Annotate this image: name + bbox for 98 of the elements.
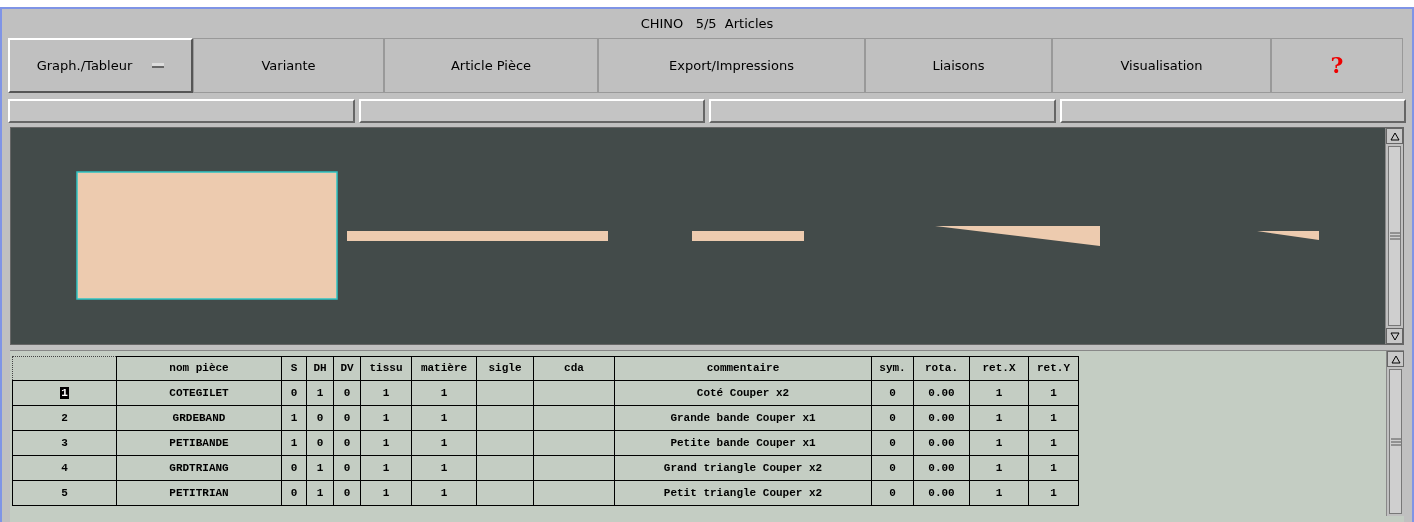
table-cell: 0.00 xyxy=(913,405,970,431)
row-number-text: 2 xyxy=(61,411,68,424)
table-cell: COTEGILET xyxy=(116,380,282,406)
table-cell: 0 xyxy=(871,405,914,431)
scroll-thumb[interactable] xyxy=(1389,369,1402,514)
row-number[interactable]: 5 xyxy=(12,480,117,506)
table-cell: GRDEBAND xyxy=(116,405,282,431)
toolbar-button[interactable]: Liaisons xyxy=(865,38,1052,93)
column-header[interactable]: DV xyxy=(333,356,361,381)
column-header[interactable]: sym. xyxy=(871,356,914,381)
table-cell: 1 xyxy=(411,430,477,456)
table-cell: Grand triangle Couper x2 xyxy=(614,455,872,481)
table-cell: 1 xyxy=(969,380,1029,406)
row-number[interactable]: 4 xyxy=(12,455,117,481)
table-cell: 0 xyxy=(306,405,334,431)
table-cell: 0 xyxy=(333,380,361,406)
toolbar-button[interactable]: Visualisation xyxy=(1052,38,1271,93)
toolbar-button[interactable]: Variante xyxy=(193,38,384,93)
table-cell: 1 xyxy=(360,380,412,406)
scroll-up-icon[interactable] xyxy=(1387,351,1404,367)
row-number-text: 5 xyxy=(61,486,68,499)
table-cell: 0.00 xyxy=(913,455,970,481)
table-cell: 1 xyxy=(969,480,1029,506)
table-cell: 0 xyxy=(333,480,361,506)
table-cell: 0 xyxy=(281,455,307,481)
table-cell: 1 xyxy=(360,480,412,506)
table-cell: 1 xyxy=(411,405,477,431)
table-cell: GRDTRIANG xyxy=(116,455,282,481)
scroll-up-icon[interactable] xyxy=(1386,128,1403,144)
table-cell xyxy=(476,380,534,406)
table-cell xyxy=(476,430,534,456)
scrollbar[interactable] xyxy=(1385,128,1403,344)
table-cell: 1 xyxy=(306,455,334,481)
column-header[interactable]: tissu xyxy=(360,356,412,381)
table-cell: 0 xyxy=(871,380,914,406)
row-number[interactable]: 1 xyxy=(12,380,117,406)
table-cell: 0 xyxy=(281,480,307,506)
column-header[interactable]: DH xyxy=(306,356,334,381)
row-number-text: 3 xyxy=(61,436,68,449)
scroll-thumb[interactable] xyxy=(1388,146,1401,326)
table-cell xyxy=(476,405,534,431)
option-menu[interactable]: Graph./Tableur xyxy=(8,38,193,93)
table-cell: 1 xyxy=(1028,480,1079,506)
column-header[interactable]: commentaire xyxy=(614,356,872,381)
row-number[interactable]: 2 xyxy=(12,405,117,431)
table-cell: 0 xyxy=(871,430,914,456)
window-title: CHINO 5/5 Articles xyxy=(640,14,774,33)
table-cell: 1 xyxy=(360,405,412,431)
table-cell: 0.00 xyxy=(913,380,970,406)
column-header[interactable]: ret.X xyxy=(969,356,1029,381)
column-header[interactable]: sigle xyxy=(476,356,534,381)
table-cell: 0 xyxy=(306,430,334,456)
table-cell: 1 xyxy=(360,455,412,481)
column-header[interactable]: cda xyxy=(533,356,615,381)
table-cell: 1 xyxy=(360,430,412,456)
table-cell: 1 xyxy=(1028,430,1079,456)
table-cell: 0 xyxy=(281,380,307,406)
table-cell: 0 xyxy=(871,455,914,481)
table-cell: Petite bande Couper x1 xyxy=(614,430,872,456)
table-cell: 0 xyxy=(333,455,361,481)
column-header[interactable]: matière xyxy=(411,356,477,381)
toolbar-button[interactable]: Article Pièce xyxy=(384,38,598,93)
row-number[interactable]: 3 xyxy=(12,430,117,456)
table-cell: PETITRIAN xyxy=(116,480,282,506)
table-cell: 0 xyxy=(333,405,361,431)
table-cell: 1 xyxy=(969,405,1029,431)
table-cell: 1 xyxy=(1028,380,1079,406)
table-cell xyxy=(476,455,534,481)
table-cell: PETIBANDE xyxy=(116,430,282,456)
column-header[interactable]: rota. xyxy=(913,356,970,381)
table-cell: 1 xyxy=(306,380,334,406)
toolbar-button[interactable]: Export/Impressions xyxy=(598,38,865,93)
table-cell: Grande bande Couper x1 xyxy=(614,405,872,431)
table-cell: 1 xyxy=(411,380,477,406)
table-cell: 0.00 xyxy=(913,430,970,456)
table-cell: Coté Couper x2 xyxy=(614,380,872,406)
column-header[interactable]: ret.Y xyxy=(1028,356,1079,381)
scrollbar[interactable] xyxy=(1386,351,1404,516)
row-number-text: 1 xyxy=(60,386,69,399)
table-cell: 0.00 xyxy=(913,480,970,506)
table-cell: 0 xyxy=(333,430,361,456)
row-number-text: 4 xyxy=(61,461,68,474)
table-cell: Petit triangle Couper x2 xyxy=(614,480,872,506)
scroll-down-icon[interactable] xyxy=(1386,328,1403,344)
table-cell: 1 xyxy=(1028,455,1079,481)
table-cell: 1 xyxy=(411,455,477,481)
column-header[interactable]: S xyxy=(281,356,307,381)
table-cell: 1 xyxy=(306,480,334,506)
table-cell: 1 xyxy=(281,430,307,456)
table-cell: 1 xyxy=(969,455,1029,481)
table-cell xyxy=(476,480,534,506)
table-cell: 1 xyxy=(411,480,477,506)
column-header[interactable]: nom pièce xyxy=(116,356,282,381)
table-cell: 0 xyxy=(871,480,914,506)
table-cell: 1 xyxy=(969,430,1029,456)
table-cell: 1 xyxy=(281,405,307,431)
option-indicator-icon xyxy=(152,63,165,68)
table-cell: 1 xyxy=(1028,405,1079,431)
